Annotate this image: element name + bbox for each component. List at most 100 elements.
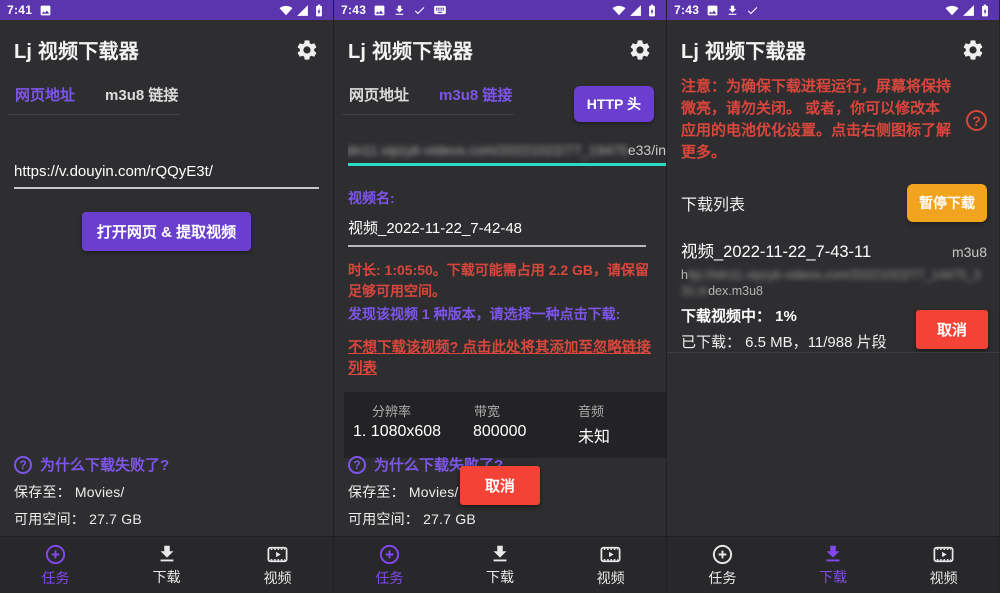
status-time: 7:43 — [674, 3, 699, 17]
why-download-failed-link[interactable]: ? 为什么下载失败了? — [14, 454, 325, 475]
nav-downloads[interactable]: 下载 — [778, 543, 889, 587]
download-item-name: 视频_2022-11-22_7-43-11 — [681, 238, 871, 262]
nav-tasks[interactable]: 任务 — [667, 543, 778, 588]
m3u8-url-input[interactable]: tdn11.vipzyk-videos.com/20221022/77_1947… — [348, 142, 666, 166]
web-url-input[interactable]: https://v.douyin.com/rQQyE3t/ — [14, 163, 319, 189]
nav-downloads[interactable]: 下载 — [111, 543, 222, 587]
image-notification-icon — [373, 4, 386, 17]
nav-videos-label: 视频 — [930, 568, 958, 588]
wifi-icon — [945, 3, 959, 17]
battery-icon — [978, 3, 992, 18]
variant-table[interactable]: 分辨率 带宽 音频 1. 1080x608 800000 未知 — [344, 392, 666, 458]
nav-downloads-label: 下载 — [819, 567, 847, 587]
signal-icon — [629, 4, 642, 17]
open-page-extract-button[interactable]: 打开网页 & 提取视频 — [82, 212, 251, 251]
bottom-info: ? 为什么下载失败了? 保存至： Movies/ 可用空间： 27.7 GB — [14, 454, 325, 529]
settings-gear-icon[interactable] — [295, 38, 319, 62]
screen-new-task: 7:41 Lj 视频下载器 网页地址 m3u8 链接 https://v.dou… — [0, 0, 333, 593]
plus-circle-icon — [44, 543, 67, 566]
keyboard-notification-icon — [433, 3, 447, 17]
ignore-video-link[interactable]: 不想下载该视频? 点击此处将其添加至忽略链接列表 — [348, 336, 652, 378]
tab-web-url[interactable]: 网页地址 — [349, 84, 409, 105]
signal-icon — [962, 4, 975, 17]
battery-help-icon[interactable]: ? — [966, 110, 987, 131]
help-link-label: 为什么下载失败了? — [40, 454, 169, 475]
signal-icon — [296, 4, 309, 17]
nav-videos[interactable]: 视频 — [888, 543, 999, 588]
app-title: Lj 视频下载器 — [348, 35, 473, 64]
nav-videos[interactable]: 视频 — [222, 543, 333, 588]
nav-videos[interactable]: 视频 — [555, 543, 666, 588]
status-bar: 7:41 — [0, 0, 333, 20]
help-question-icon: ? — [348, 456, 366, 474]
cell-resolution: 1. 1080x608 — [344, 423, 462, 447]
pause-download-button[interactable]: 暂停下载 — [907, 184, 987, 222]
cancel-button[interactable]: 取消 — [460, 466, 540, 505]
wifi-icon — [279, 3, 293, 17]
nav-videos-label: 视频 — [264, 568, 292, 588]
app-title: Lj 视频下载器 — [14, 35, 139, 64]
app-bar: Lj 视频下载器 — [334, 20, 666, 64]
download-item-type-badge: m3u8 — [952, 244, 987, 260]
notice-text: 注意：为确保下载进程运行，屏幕将保持微亮，请勿关闭。 或者，你可以修改本应用的电… — [681, 76, 955, 164]
save-path-text: 保存至： Movies/ — [14, 482, 325, 502]
download-item-url: http://tdn11.vipzyk-videos.com/20221022/… — [681, 267, 987, 299]
keep-screen-on-notice: 注意：为确保下载进程运行，屏幕将保持微亮，请勿关闭。 或者，你可以修改本应用的电… — [681, 76, 955, 164]
image-notification-icon — [706, 4, 719, 17]
tab-divider — [8, 114, 180, 115]
plus-circle-icon — [711, 543, 734, 566]
m3u8-url-blurred-text: tdn11.vipzyk-videos.com/20221022/77_1947… — [348, 142, 628, 158]
download-list-header: 下载列表 暂停下载 — [681, 184, 987, 222]
settings-gear-icon[interactable] — [628, 38, 652, 62]
nav-downloads-label: 下载 — [486, 567, 514, 587]
tab-m3u8-link[interactable]: m3u8 链接 — [439, 84, 512, 105]
cell-bandwidth: 800000 — [462, 423, 565, 447]
tab-divider — [342, 114, 514, 115]
download-icon — [489, 543, 511, 565]
nav-tasks-label: 任务 — [375, 568, 403, 588]
free-space-text: 可用空间： 27.7 GB — [348, 509, 658, 529]
nav-videos-label: 视频 — [597, 568, 625, 588]
video-name-label: 视频名: — [348, 188, 666, 208]
help-question-icon: ? — [14, 456, 32, 474]
image-notification-icon — [39, 4, 52, 17]
battery-icon — [312, 3, 326, 18]
nav-downloads-label: 下载 — [153, 567, 181, 587]
versions-found-text: 发现该视频 1 种版本，请选择一种点击下载: — [348, 304, 652, 325]
cell-audio: 未知 — [565, 423, 666, 447]
settings-gear-icon[interactable] — [961, 38, 985, 62]
check-notification-icon — [746, 4, 759, 17]
m3u8-url-tail-text: e33/in — [628, 142, 666, 158]
nav-tasks[interactable]: 任务 — [0, 543, 111, 588]
free-space-text: 可用空间： 27.7 GB — [14, 509, 325, 529]
bottom-nav: 任务 下载 视频 — [667, 536, 999, 593]
app-bar: Lj 视频下载器 — [0, 20, 333, 64]
nav-downloads[interactable]: 下载 — [445, 543, 556, 587]
film-icon — [599, 543, 622, 566]
check-notification-icon — [413, 4, 426, 17]
video-name-input[interactable]: 视频_2022-11-22_7-42-48 — [348, 217, 646, 247]
film-icon — [266, 543, 289, 566]
download-notification-icon — [726, 4, 739, 17]
variant-table-header: 分辨率 带宽 音频 — [344, 401, 666, 420]
screen-download-list: 7:43 Lj 视频下载器 注意：为确保下载进程运行，屏幕将保持微亮，请勿关闭。… — [666, 0, 999, 593]
col-resolution: 分辨率 — [344, 401, 462, 420]
url-tail-text: dex.m3u8 — [708, 284, 763, 298]
variant-row[interactable]: 1. 1080x608 800000 未知 — [344, 420, 666, 447]
http-headers-button[interactable]: HTTP 头 — [574, 86, 654, 122]
bottom-nav: 任务 下载 视频 — [334, 536, 666, 593]
download-icon — [156, 543, 178, 565]
col-bandwidth: 带宽 — [462, 401, 565, 420]
battery-icon — [645, 3, 659, 18]
cancel-download-button[interactable]: 取消 — [916, 310, 988, 349]
tab-m3u8-link[interactable]: m3u8 链接 — [105, 84, 178, 105]
tab-web-url[interactable]: 网页地址 — [15, 84, 75, 105]
nav-tasks-label: 任务 — [708, 568, 736, 588]
url-start-text: h — [681, 268, 688, 282]
download-list-title: 下载列表 — [681, 191, 745, 215]
duration-warning-text: 时长: 1:05:50。下载可能需占用 2.2 GB，请保留足够可用空间。 — [348, 260, 652, 302]
download-notification-icon — [393, 4, 406, 17]
nav-tasks[interactable]: 任务 — [334, 543, 445, 588]
app-title: Lj 视频下载器 — [681, 35, 806, 64]
list-divider — [667, 352, 999, 353]
